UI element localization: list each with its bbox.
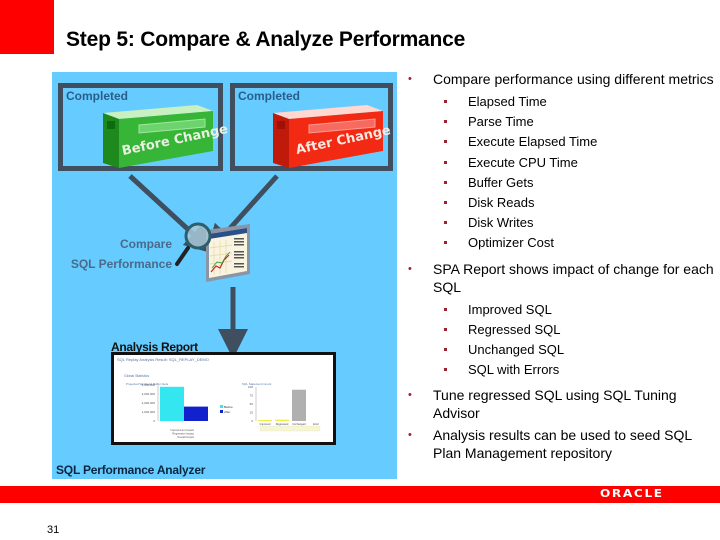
compare-sql-performance-label: SQL Performance — [70, 257, 172, 271]
bullet-list: • Compare performance using different met… — [404, 70, 714, 466]
before-change-stage: Completed Before Change — [58, 83, 229, 171]
impact-label: Improvement Impact — [170, 428, 194, 432]
right-chart-tick: 25 — [250, 411, 254, 415]
right-chart-bar — [292, 389, 306, 421]
sub-bullet-item: Execute Elapsed Time — [404, 132, 714, 152]
sub-bullet-item: Disk Writes — [404, 213, 714, 233]
impact-label: Overall Impact — [177, 435, 194, 439]
right-chart-category: Error — [313, 422, 319, 426]
slide-title: Step 5: Compare & Analyze Performance — [66, 28, 466, 51]
sub-bullet-square-icon — [444, 221, 447, 225]
right-chart-legend — [259, 425, 321, 432]
compare-label: Compare — [119, 237, 172, 251]
right-chart-tick: 75 — [250, 394, 254, 398]
left-chart-tick: 0 — [153, 419, 155, 423]
right-chart-bar — [275, 419, 289, 421]
sub-bullet-text: Improved SQL — [468, 301, 552, 317]
sub-bullet-text: Regressed SQL — [468, 321, 561, 337]
sub-bullet-item: Parse Time — [404, 112, 714, 132]
bullet-text: Compare performance using different metr… — [433, 71, 714, 87]
sub-bullet-item: Optimizer Cost — [404, 233, 714, 253]
legend-swatch — [220, 405, 223, 408]
oracle-logo: ORACLE — [600, 487, 664, 500]
bullet-text: Analysis results can be used to seed SQL… — [433, 427, 692, 462]
sub-bullet-square-icon — [444, 201, 447, 205]
sub-bullet-list: Elapsed Time Parse Time Execute Elapsed Ti… — [404, 92, 714, 254]
sub-bullet-text: SQL with Errors — [468, 362, 560, 378]
impact-label: Regression Impact — [172, 432, 194, 436]
title-accent-block — [0, 0, 54, 54]
sub-bullet-text: Execute CPU Time — [468, 154, 578, 170]
spa-footer-label: SQL Performance Analyzer — [56, 463, 206, 477]
sub-bullet-square-icon — [444, 327, 447, 331]
sub-bullet-text: Unchanged SQL — [468, 342, 565, 358]
bullet-text: Tune regressed SQL using SQL Tuning Advi… — [433, 387, 677, 422]
magnifier-report-icon — [174, 222, 254, 284]
sub-bullet-text: Optimizer Cost — [468, 235, 554, 251]
after-change-book-icon: After Change — [267, 105, 392, 168]
sub-bullet-item: Disk Reads — [404, 193, 714, 213]
left-chart-tick: 1,000,000 — [142, 410, 156, 414]
sub-bullet-text: Disk Writes — [468, 215, 534, 231]
bullet-dot-icon: • — [408, 429, 412, 442]
sub-bullet-square-icon — [444, 160, 447, 164]
sub-bullet-list: Improved SQL Regressed SQL Unchanged SQL SQ… — [404, 300, 714, 381]
sub-bullet-square-icon — [444, 120, 447, 124]
page-number: 31 — [47, 524, 60, 536]
right-chart-bar — [258, 419, 272, 421]
right-chart-category: Unchanged — [292, 422, 306, 426]
bullet-text: SPA Report shows impact of change for ea… — [433, 260, 714, 295]
bullet-item: • Tune regressed SQL using SQL Tuning Adv… — [404, 386, 714, 422]
after-change-stage: Completed After Change — [230, 83, 393, 171]
analysis-report-thumbnail: SQL Replay Analysis Result: SQL_REPLAY_D… — [111, 352, 336, 445]
sub-bullet-item: Elapsed Time — [404, 92, 714, 112]
bullet-dot-icon: • — [408, 73, 412, 85]
left-chart-tick: 3,000,000 — [142, 392, 156, 396]
legend-label: After — [224, 410, 230, 414]
legend-label: Before — [224, 405, 233, 409]
left-chart-tick: 4,000,000 — [142, 383, 156, 387]
bullet-dot-icon: • — [408, 262, 412, 275]
right-chart-tick: 100 — [248, 385, 253, 389]
left-chart-tick: 2,000,000 — [142, 401, 156, 405]
right-chart-category: Regressed — [276, 422, 289, 426]
sub-bullet-text: Disk Reads — [468, 195, 535, 211]
report-section-label: Global Statistics — [124, 374, 149, 378]
sub-bullet-square-icon — [444, 140, 447, 144]
sub-bullet-text: Execute Elapsed Time — [468, 134, 598, 150]
sub-bullet-square-icon — [444, 100, 447, 103]
sub-bullet-item: SQL with Errors — [404, 360, 714, 380]
left-chart-bar — [160, 386, 184, 421]
diagram-panel: Completed Before Change Completed After … — [52, 72, 397, 479]
sub-bullet-text: Buffer Gets — [468, 174, 534, 190]
before-status-label: Completed — [66, 89, 129, 103]
sub-bullet-square-icon — [444, 348, 447, 352]
legend-swatch — [220, 410, 223, 413]
right-chart-title: SQL Statement Count — [242, 382, 271, 386]
right-chart-tick: 0 — [251, 419, 253, 423]
before-change-book-icon: Before Change — [97, 105, 229, 168]
sub-bullet-item: Unchanged SQL — [404, 340, 714, 360]
bullet-item: • Analysis results can be used to seed SQ… — [404, 426, 714, 462]
sub-bullet-square-icon — [444, 307, 447, 311]
sub-bullet-text: Elapsed Time — [468, 94, 547, 109]
sub-bullet-square-icon — [444, 241, 447, 245]
sub-bullet-text: Parse Time — [468, 114, 534, 130]
sub-bullet-item: Buffer Gets — [404, 173, 714, 193]
right-chart-category: Improved — [260, 422, 271, 426]
bullet-item: • SPA Report shows impact of change for e… — [404, 260, 714, 296]
right-chart-tick: 50 — [250, 402, 254, 406]
report-charts: Global StatisticsProjected Workload Buff… — [124, 374, 321, 439]
sub-bullet-square-icon — [444, 368, 447, 372]
left-chart-bar — [184, 406, 208, 421]
sub-bullet-item: Execute CPU Time — [404, 153, 714, 173]
after-status-label: Completed — [238, 89, 301, 103]
bullet-dot-icon: • — [408, 389, 412, 402]
sub-bullet-square-icon — [444, 180, 447, 184]
sub-bullet-item: Improved SQL — [404, 300, 714, 320]
bullet-item: • Compare performance using different met… — [404, 70, 714, 88]
sub-bullet-item: Regressed SQL — [404, 320, 714, 340]
